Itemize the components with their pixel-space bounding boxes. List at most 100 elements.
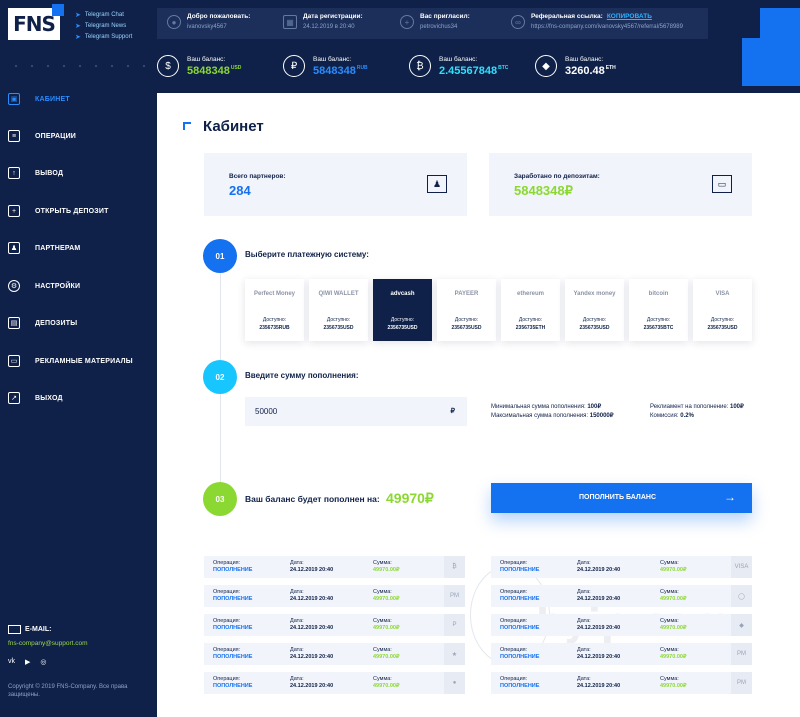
referral-link[interactable]: https://fns-company.com/ivanovsky4567/re… — [531, 24, 683, 30]
top-header: FNS ➤ Telegram Chat ➤ Telegram News ➤ Teleg… — [0, 0, 800, 93]
payment-advcash[interactable]: advcash Доступно: 2356735USD — [373, 279, 432, 341]
support-email[interactable]: fns-company@support.com — [8, 640, 88, 647]
payment-visa[interactable]: VISA Доступно: 2356735USD — [693, 279, 752, 341]
corner-decoration — [742, 8, 800, 86]
apple-icon: ● — [444, 672, 465, 694]
telegram-chat-link[interactable]: ➤ Telegram Chat — [75, 9, 132, 20]
qiwi-icon: ◯ — [731, 585, 752, 607]
step-2-label: Введите сумму пополнения: — [245, 371, 359, 380]
sidebar-item-settings[interactable]: ⚙ НАСТРОЙКИ — [0, 276, 157, 296]
perfect-money-icon: PM — [444, 585, 465, 607]
amount-input[interactable]: 50000 ₽ — [245, 397, 467, 426]
payment-qiwi[interactable]: QIWI WALLET Доступно: 2356735USD — [309, 279, 368, 341]
youtube-icon[interactable]: ▶ — [25, 658, 30, 666]
visa-icon: VISA — [731, 556, 752, 578]
perfect-money-icon: PM — [731, 643, 752, 665]
step-3-label: Ваш баланс будет пополнен на: — [245, 494, 380, 504]
operation-row: Операция: ПОПОЛНЕНИЕ Дата: 24.12.2019 20:40… — [491, 643, 752, 665]
sidebar-item-cabinet[interactable]: ▣ КАБИНЕТ — [0, 89, 157, 109]
payeer-icon: P — [444, 614, 465, 636]
operation-type: Операция: ПОПОЛНЕНИЕ — [500, 647, 540, 660]
invited-by-icon: + — [400, 15, 414, 29]
operation-sum: Сумма: 49970.00₽ — [373, 676, 400, 689]
operation-date: Дата: 24.12.2019 20:40 — [577, 676, 621, 689]
step-2-badge: 02 — [203, 360, 237, 394]
perfect-money-icon: PM — [731, 672, 752, 694]
operation-sum: Сумма: 49970.00₽ — [660, 647, 687, 660]
operation-date: Дата: 24.12.2019 20:40 — [577, 647, 621, 660]
mail-icon — [8, 625, 21, 634]
fns-logo[interactable]: FNS — [8, 4, 64, 40]
operation-date: Дата: 24.12.2019 20:40 — [577, 618, 621, 631]
operation-row: Операция: ПОПОЛНЕНИЕ Дата: 24.12.2019 20:40… — [491, 672, 752, 694]
operation-type: Операция: ПОПОЛНЕНИЕ — [213, 647, 253, 660]
operation-date: Дата: 24.12.2019 20:40 — [290, 676, 334, 689]
operation-row: Операция: ПОПОЛНЕНИЕ Дата: 24.12.2019 20:40… — [491, 614, 752, 636]
operation-date: Дата: 24.12.2019 20:40 — [290, 618, 334, 631]
payment-yandex-money[interactable]: Yandex money Доступно: 2356735USD — [565, 279, 624, 341]
operation-row: Операция: ПОПОЛНЕНИЕ Дата: 24.12.2019 20:40… — [491, 556, 752, 578]
operation-type: Операция: ПОПОЛНЕНИЕ — [213, 560, 253, 573]
username: ivanovsky4567 — [187, 24, 227, 30]
operation-sum: Сумма: 49970.00₽ — [660, 589, 687, 602]
title-mark — [183, 122, 191, 130]
deposits-icon: ▤ — [8, 317, 20, 329]
telegram-icon: ➤ — [75, 11, 81, 19]
copy-referral-link[interactable]: КОПИРОВАТЬ — [607, 13, 652, 20]
operation-row: Операция: ПОПОЛНЕНИЕ Дата: 24.12.2019 20:40… — [204, 585, 465, 607]
operation-date: Дата: 24.12.2019 20:40 — [577, 589, 621, 602]
operation-sum: Сумма: 49970.00₽ — [660, 560, 687, 573]
promo-materials-icon: ▭ — [8, 355, 20, 367]
sidebar-item-open-deposit[interactable]: + ОТКРЫТЬ ДЕПОЗИТ — [0, 201, 157, 221]
ethereum-icon: ◆ — [535, 55, 557, 77]
sidebar-item-operations[interactable]: ≡ ОПЕРАЦИИ — [0, 126, 157, 146]
open-deposit-icon: + — [8, 205, 20, 217]
sidebar-item-deposits[interactable]: ▤ ДЕПОЗИТЫ — [0, 313, 157, 333]
sidebar-item-promo-materials[interactable]: ▭ РЕКЛАМНЫЕ МАТЕРИАЛЫ — [0, 351, 157, 371]
dollar-icon: $ — [157, 55, 179, 77]
topup-balance-button[interactable]: ПОПОЛНИТЬ БАЛАНС → — [491, 483, 752, 513]
arrow-right-icon: → — [724, 490, 736, 504]
operation-type: Операция: ПОПОЛНЕНИЕ — [213, 618, 253, 631]
operation-type: Операция: ПОПОЛНЕНИЕ — [500, 560, 540, 573]
operation-date: Дата: 24.12.2019 20:40 — [577, 560, 621, 573]
step-1-label: Выберите платежную систему: — [245, 250, 369, 259]
user-info-bar: ● Добро пожаловать: ivanovsky4567 ▦ Дата… — [157, 8, 708, 39]
settings-icon: ⚙ — [8, 280, 20, 292]
operation-date: Дата: 24.12.2019 20:40 — [290, 647, 334, 660]
operation-sum: Сумма: 49970.00₽ — [660, 676, 687, 689]
sidebar-item-partners[interactable]: ♟ ПАРТНЕРАМ — [0, 238, 157, 258]
operation-row: Операция: ПОПОЛНЕНИЕ Дата: 24.12.2019 20:40… — [204, 556, 465, 578]
step-1-badge: 01 — [203, 239, 237, 273]
partners-group-icon: ♟ — [427, 175, 447, 193]
sidebar: ▣ КАБИНЕТ ≡ ОПЕРАЦИИ ↑ ВЫВОД + ОТКРЫТЬ ДЕПОЗ… — [0, 93, 157, 717]
operation-type: Операция: ПОПОЛНЕНИЕ — [500, 618, 540, 631]
vk-icon[interactable]: vk — [8, 658, 15, 666]
ruble-icon: ₽ — [283, 55, 305, 77]
operations-icon: ≡ — [8, 130, 20, 142]
operation-sum: Сумма: 49970.00₽ — [373, 560, 400, 573]
payment-payeer[interactable]: PAYEER Доступно: 2356735USD — [437, 279, 496, 341]
wallet-icon: ▭ — [712, 175, 732, 193]
operation-row: Операция: ПОПОЛНЕНИЕ Дата: 24.12.2019 20:40… — [204, 643, 465, 665]
telegram-links: ➤ Telegram Chat ➤ Telegram News ➤ Telegram … — [75, 9, 132, 42]
operation-sum: Сумма: 49970.00₽ — [373, 589, 400, 602]
payment-bitcoin[interactable]: bitcoin Доступно: 2356735BTC — [629, 279, 688, 341]
operation-row: Операция: ПОПОЛНЕНИЕ Дата: 24.12.2019 20:40… — [204, 672, 465, 694]
operation-date: Дата: 24.12.2019 20:40 — [290, 589, 334, 602]
payment-ethereum[interactable]: ethereum Доступно: 2356735ETH — [501, 279, 560, 341]
ethereum-icon: ◆ — [731, 614, 752, 636]
stat-earned: Заработано по депозитам: 5848348₽ ▭ — [489, 153, 752, 216]
instagram-icon[interactable]: ◎ — [40, 658, 46, 666]
advcash-icon: ★ — [444, 643, 465, 665]
copyright: Copyright © 2019 FNS-Company. Все права … — [8, 684, 128, 698]
telegram-news-link[interactable]: ➤ Telegram News — [75, 20, 132, 31]
deposit-limits: Минимальная сумма пополнения: 100₽ Макси… — [491, 404, 614, 419]
telegram-support-link[interactable]: ➤ Telegram Support — [75, 31, 132, 42]
operation-sum: Сумма: 49970.00₽ — [373, 647, 400, 660]
sidebar-item-logout[interactable]: ↗ ВЫХОД — [0, 388, 157, 408]
payment-perfect-money[interactable]: Perfect Money Доступно: 2356735RUB — [245, 279, 304, 341]
operation-type: Операция: ПОПОЛНЕНИЕ — [500, 676, 540, 689]
dots-decoration — [8, 58, 158, 78]
sidebar-item-withdraw[interactable]: ↑ ВЫВОД — [0, 163, 157, 183]
